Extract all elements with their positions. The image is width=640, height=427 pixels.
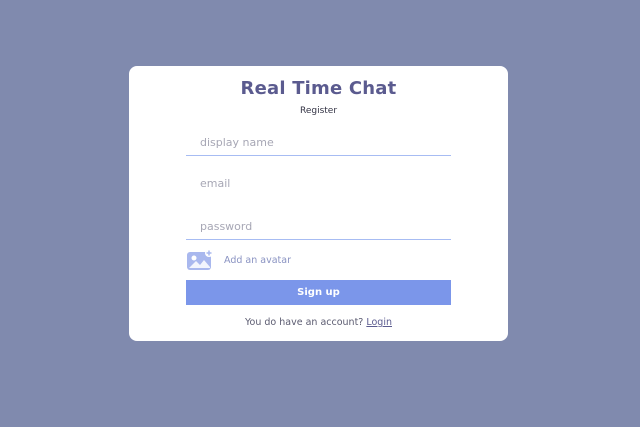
add-avatar-label: Add an avatar: [224, 254, 291, 266]
login-prompt: You do have an account? Login: [129, 317, 508, 328]
login-link[interactable]: Login: [366, 317, 392, 328]
sign-up-button[interactable]: Sign up: [186, 280, 451, 305]
add-avatar-button[interactable]: Add an avatar: [186, 249, 291, 271]
display-name-input[interactable]: [186, 130, 451, 156]
app-title: Real Time Chat: [240, 78, 397, 99]
page: Real Time Chat Register Add an avatar Si…: [0, 0, 640, 427]
password-input[interactable]: [186, 214, 451, 240]
email-input[interactable]: [186, 172, 451, 194]
image-icon: [186, 249, 214, 271]
form-subtitle: Register: [299, 106, 338, 116]
login-prompt-text: You do have an account?: [245, 317, 367, 328]
